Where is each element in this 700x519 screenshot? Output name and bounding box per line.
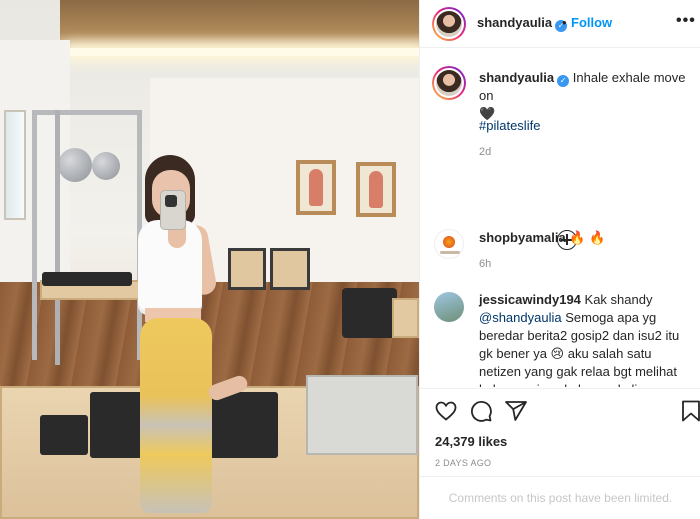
anatomy-poster [356,162,396,217]
ceiling [60,0,419,55]
author-avatar[interactable] [432,7,466,41]
pilates-tower-frame [32,110,142,365]
verified-icon: ✓ [557,75,570,87]
phone [160,190,186,230]
person-leggings [140,318,212,513]
post-photo[interactable] [0,0,419,519]
mention-link[interactable]: @shandyaulia [479,310,562,325]
caption: shandyaulia ✓ Inhale exhale move on 🖤 [479,69,689,123]
follow-button[interactable]: Follow [571,15,612,30]
ceiling-light [70,48,419,56]
comment-text: Kak shandy [584,292,653,307]
reformer-pad [42,272,132,286]
post-header: shandyaulia ✓ • Follow ••• [420,0,700,48]
post-side-panel: shandyaulia ✓ • Follow ••• shandyaulia ✓ I… [419,0,700,519]
commenter-avatar[interactable] [434,292,464,322]
likes-count[interactable]: 24,379 likes [435,434,507,449]
author-username-text[interactable]: shandyaulia [477,15,552,30]
anatomy-poster [296,160,336,215]
hashtag-link[interactable]: #pilateslife [479,117,540,135]
post-date[interactable]: 2 DAYS AGO [435,458,491,468]
reformer-springs [306,375,418,455]
wunda-chair [228,248,266,290]
share-icon[interactable] [504,399,528,423]
caption-username[interactable]: shandyaulia [479,70,554,85]
comment-username[interactable]: shopbyamalia [479,230,566,245]
separator-dot: • [562,15,567,30]
comment-username[interactable]: jessicawindy194 [479,292,581,307]
comments-limited-notice: Comments on this post have been limited. [420,476,700,519]
wunda-chair [270,248,310,290]
heart-icon[interactable] [434,399,458,423]
comment-text: 🔥 🔥 [569,230,606,245]
window [4,110,26,220]
comment: shopbyamalia 🔥 🔥 [479,229,689,247]
bookmark-icon[interactable] [679,399,700,423]
comment-icon[interactable] [469,399,493,423]
author-username[interactable]: shandyaulia ✓ [477,15,568,32]
commenter-avatar[interactable] [434,229,464,259]
caption-time: 2d [479,146,492,158]
equipment-box-wood [392,298,419,338]
comment-time: 6h [479,258,492,270]
equipment-box [342,288,397,338]
caption-avatar[interactable] [432,66,466,100]
comment: jessicawindy194 Kak shandy @shandyaulia … [479,291,689,387]
comments-list[interactable]: shandyaulia ✓ Inhale exhale move on 🖤 #pi… [420,49,700,387]
action-bar [420,388,700,432]
more-options-icon[interactable]: ••• [676,12,696,30]
reformer-footbar [40,415,88,455]
